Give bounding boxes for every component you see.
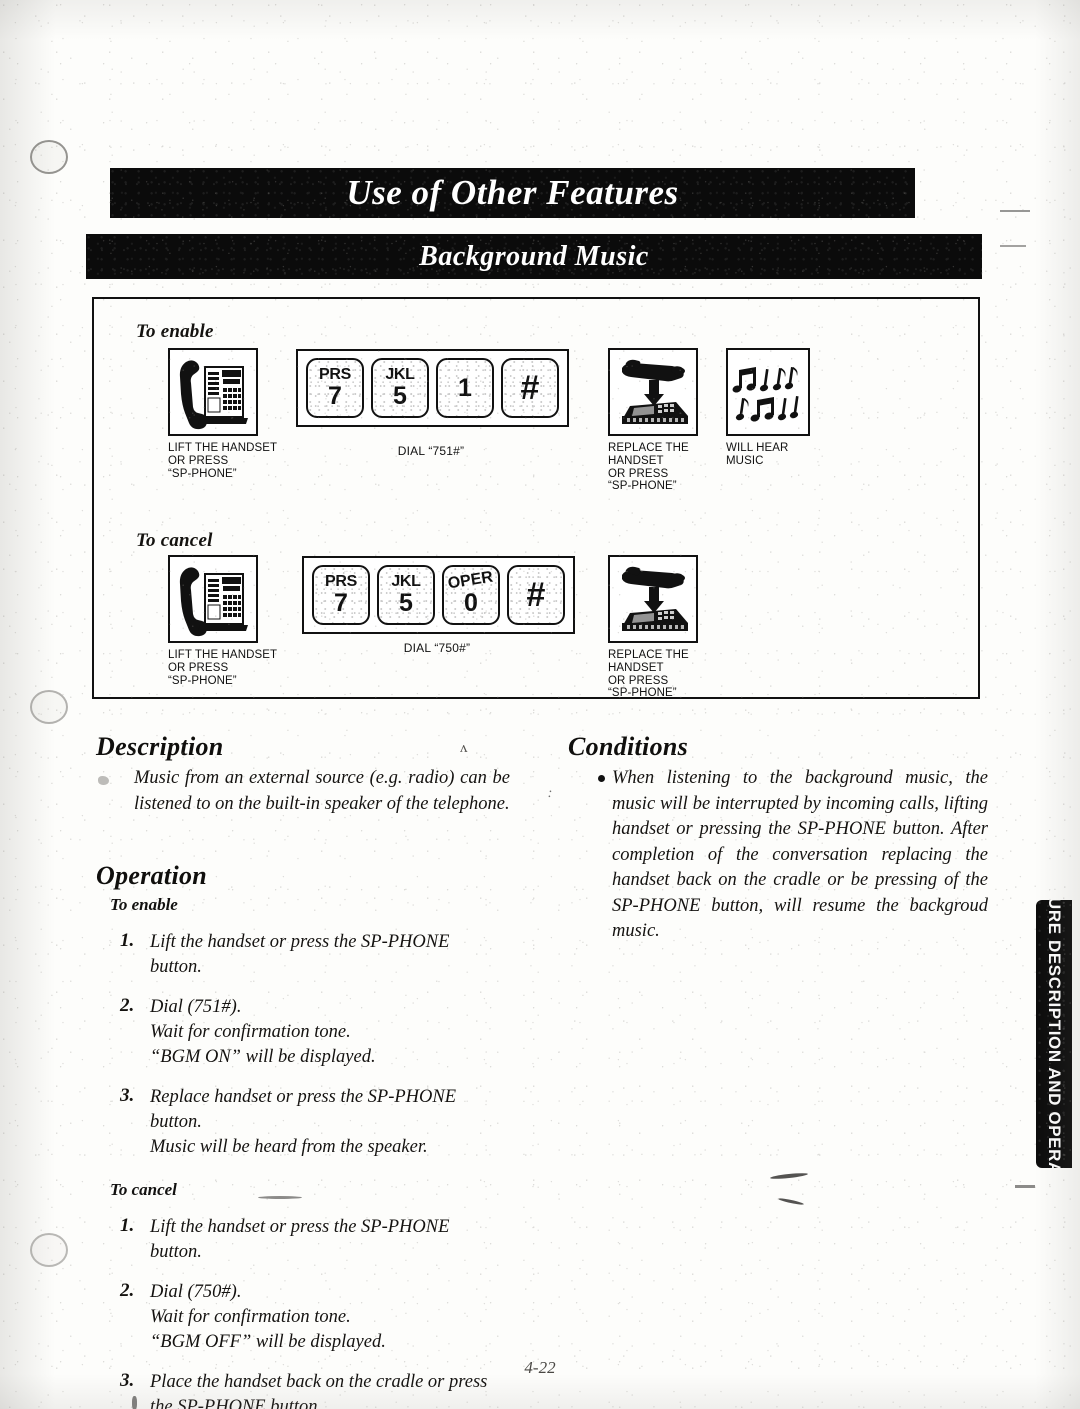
conditions-list: When listening to the background music, … xyxy=(568,766,988,945)
right-text-column: Conditions When listening to the backgro… xyxy=(568,732,988,945)
step-line: “BGM ON” will be displayed. xyxy=(150,1047,376,1067)
section-thumb-tab: FEATURE DESCRIPTION AND OPERATION xyxy=(1036,900,1072,1168)
chapter-title-bar: Use of Other Features xyxy=(110,168,915,218)
operation-step: 3. Replace handset or press the SP-PHONE… xyxy=(116,1085,516,1160)
hole-punch-icon xyxy=(30,1233,68,1267)
feature-title-text: Background Music xyxy=(419,240,649,272)
step-number: 1. xyxy=(120,1215,135,1236)
step-number: 3. xyxy=(120,1085,135,1106)
operation-step: 2. Dial (750#). Wait for confirmation to… xyxy=(116,1280,516,1355)
step-line: Music will be heard from the speaker. xyxy=(150,1137,428,1157)
feature-title-bar: Background Music xyxy=(86,234,982,279)
scan-smudge xyxy=(777,1197,805,1206)
scan-smudge xyxy=(1015,1185,1035,1188)
operation-step: 2. Dial (751#). Wait for confirmation to… xyxy=(116,995,516,1070)
step-line: Wait for confirmation tone. xyxy=(150,1022,351,1042)
step-line: Replace handset or press the SP-PHONE xyxy=(150,1087,457,1107)
bullet-icon xyxy=(598,775,605,782)
operation-step: 1. Lift the handset or press the SP-PHON… xyxy=(116,1215,516,1265)
chapter-title-text: Use of Other Features xyxy=(346,173,679,212)
step-line: button. xyxy=(150,1112,202,1132)
condition-item: When listening to the background music, … xyxy=(598,766,988,945)
scan-smudge xyxy=(1000,210,1030,212)
step-number: 1. xyxy=(120,930,135,951)
step-line: button. xyxy=(150,1242,202,1262)
step-line: Lift the handset or press the SP-PHONE xyxy=(150,1217,450,1237)
operation-heading: Operation xyxy=(96,861,208,890)
step-line: Wait for confirmation tone. xyxy=(150,1307,351,1327)
scan-smudge xyxy=(1000,245,1026,247)
operation-enable-subheading: To enable xyxy=(110,895,178,914)
step-line: button. xyxy=(150,957,202,977)
stray-mark xyxy=(98,776,109,785)
operation-cancel-subheading: To cancel xyxy=(110,1180,177,1199)
condition-text: When listening to the background music, … xyxy=(612,768,988,941)
stray-mark: : xyxy=(546,785,554,802)
page-number: 4-22 xyxy=(524,1358,556,1377)
hole-punch-icon xyxy=(30,140,68,174)
step-line: Lift the handset or press the SP-PHONE xyxy=(150,932,450,952)
description-heading: Description xyxy=(96,732,224,761)
description-text: Music from an external source (e.g. radi… xyxy=(134,768,510,814)
step-number: 2. xyxy=(120,1280,135,1301)
step-line: “BGM OFF” will be displayed. xyxy=(150,1332,386,1352)
scan-smudge xyxy=(769,1172,809,1180)
hole-punch-icon xyxy=(30,690,68,724)
step-number: 2. xyxy=(120,995,135,1016)
conditions-heading: Conditions xyxy=(568,732,689,761)
operation-cancel-steps: 1. Lift the handset or press the SP-PHON… xyxy=(96,1215,516,1409)
stray-mark: ʌ xyxy=(460,740,468,756)
step-line: Dial (751#). xyxy=(150,997,242,1017)
document-page: Use of Other Features Background Music T… xyxy=(0,0,1080,1409)
step-line: the SP-PHONE button. xyxy=(150,1397,323,1409)
operation-enable-steps: 1. Lift the handset or press the SP-PHON… xyxy=(96,930,516,1160)
left-text-column: Description Music from an external sourc… xyxy=(96,732,516,1409)
operation-step: 1. Lift the handset or press the SP-PHON… xyxy=(116,930,516,980)
step-line: Dial (750#). xyxy=(150,1282,242,1302)
thumb-tab-label: FEATURE DESCRIPTION AND OPERATION xyxy=(1045,900,1064,1168)
operation-diagram-box xyxy=(92,297,980,699)
